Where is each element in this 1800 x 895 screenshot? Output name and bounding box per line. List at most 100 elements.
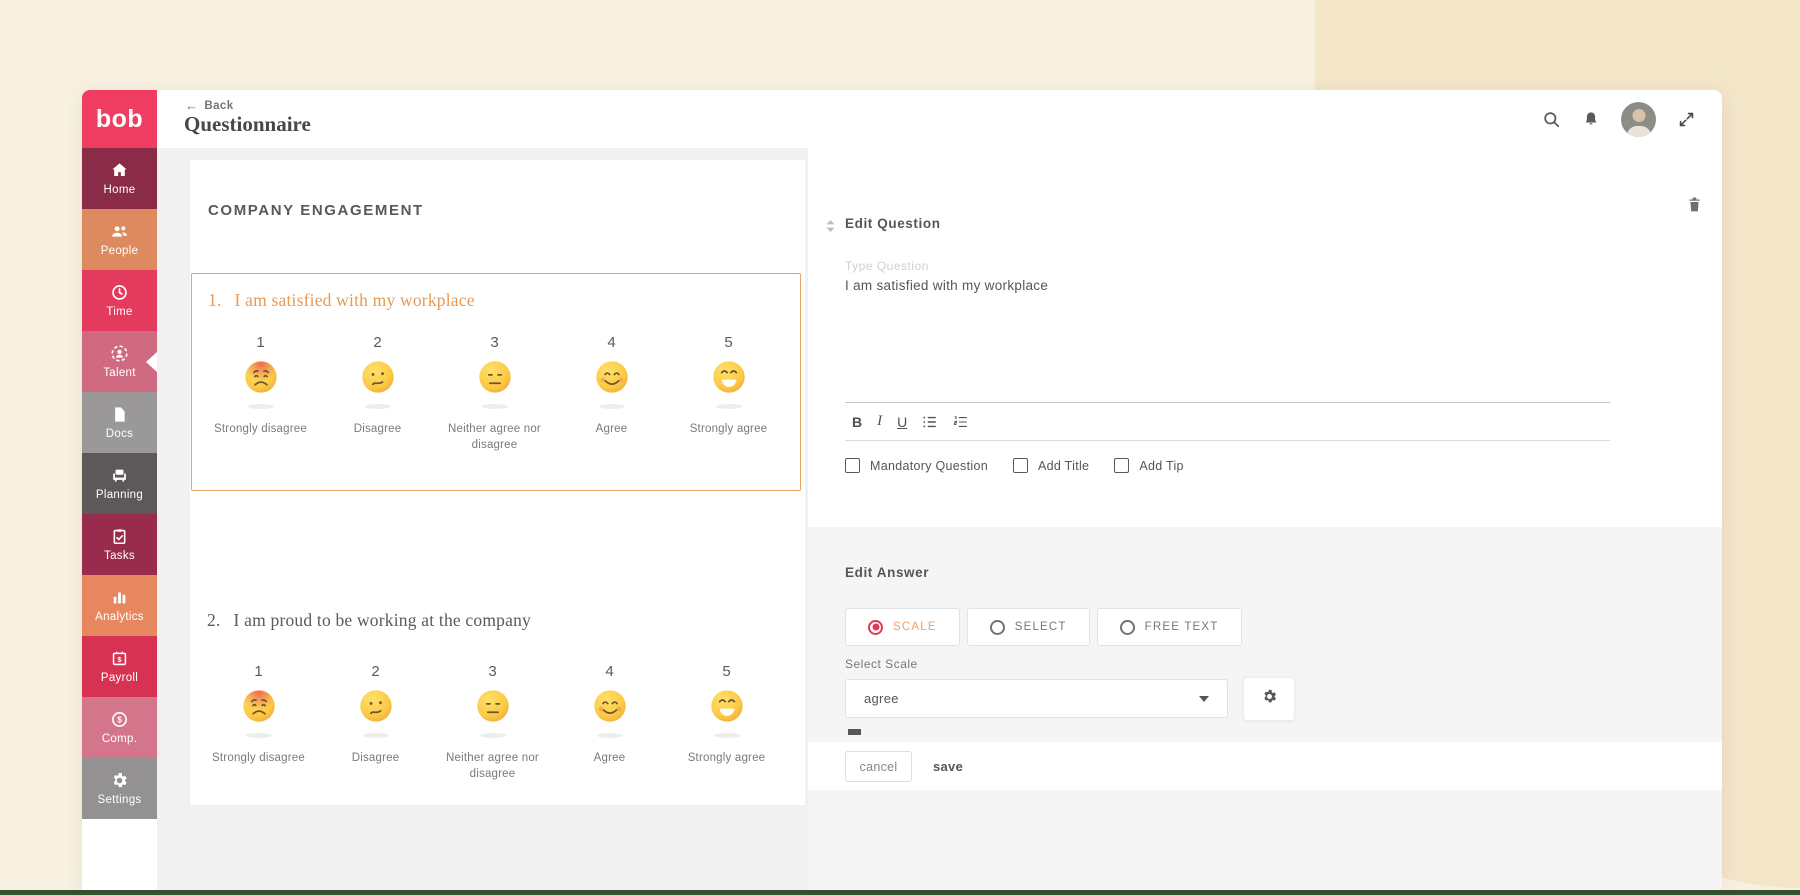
sidebar-item-home[interactable]: Home xyxy=(82,148,157,209)
scale-option-label: Agree xyxy=(596,422,628,438)
sidebar-item-talent[interactable]: Talent xyxy=(82,331,157,392)
scale-settings-button[interactable] xyxy=(1243,677,1295,721)
bell-icon[interactable] xyxy=(1582,110,1600,129)
sidebar-item-people[interactable]: People xyxy=(82,209,157,270)
question-1-number: 1. xyxy=(208,290,222,310)
checkbox-add-title[interactable]: Add Title xyxy=(1013,458,1089,473)
question-2-scale: 1Strongly disagree2Disagree3Neither agre… xyxy=(200,663,785,782)
ordered-list-button[interactable] xyxy=(953,414,969,430)
checkbox-icon xyxy=(1013,458,1028,473)
scale-option-2: 2 Disagree xyxy=(317,663,434,782)
answer-type-selector: SCALESELECTFREE TEXT xyxy=(845,608,1242,646)
save-button[interactable]: save xyxy=(933,751,963,782)
answer-type-free-text[interactable]: FREE TEXT xyxy=(1097,608,1242,646)
sidebar-item-time[interactable]: Time xyxy=(82,270,157,331)
avatar[interactable] xyxy=(1621,102,1656,137)
emoji-shadow xyxy=(246,733,272,738)
sidebar-item-analytics[interactable]: Analytics xyxy=(82,575,157,636)
unordered-list-button[interactable] xyxy=(922,414,938,430)
strongly-agree-emoji-icon xyxy=(708,687,746,725)
sidebar-item-label: Talent xyxy=(103,367,136,379)
emoji-shadow xyxy=(716,404,742,409)
trash-icon[interactable] xyxy=(1687,196,1702,218)
docs-icon xyxy=(110,405,129,424)
sidebar-item-payroll[interactable]: $Payroll xyxy=(82,636,157,697)
sidebar-item-planning[interactable]: Planning xyxy=(82,453,157,514)
scale-value: 5 xyxy=(724,334,732,351)
scale-option-4: 4 Agree xyxy=(553,334,670,453)
sidebar-item-label: Planning xyxy=(96,489,143,501)
scale-option-1: 1Strongly disagree xyxy=(202,334,319,453)
emoji-shadow xyxy=(599,404,625,409)
neutral-emoji-icon xyxy=(474,687,512,725)
search-icon[interactable] xyxy=(1542,110,1561,129)
neutral-emoji-icon xyxy=(476,358,514,396)
emoji-shadow xyxy=(597,733,623,738)
edit-panel: Edit Question Type Question I am satisfi… xyxy=(808,148,1722,890)
back-button[interactable]: ← Back xyxy=(185,99,234,112)
scale-value: 1 xyxy=(256,334,264,351)
questionnaire-preview-card: COMPANY ENGAGEMENT 1.I am satisfied with… xyxy=(190,160,805,805)
scale-value: 2 xyxy=(373,334,381,351)
selected-item-notch xyxy=(146,352,157,372)
question-2-title: 2.I am proud to be working at the compan… xyxy=(207,610,531,631)
emoji-shadow xyxy=(248,404,274,409)
sidebar-item-label: People xyxy=(101,245,139,257)
scale-value: 3 xyxy=(488,663,496,680)
scale-dropdown[interactable]: agree xyxy=(845,679,1228,718)
italic-button[interactable]: I xyxy=(877,414,882,429)
scale-option-label: Disagree xyxy=(352,751,400,767)
scale-option-5: 5Strongly agree xyxy=(670,334,787,453)
tasks-icon xyxy=(110,527,129,546)
page-title: Questionnaire xyxy=(184,112,311,137)
checkbox-icon xyxy=(1114,458,1129,473)
sidebar-item-comp[interactable]: $Comp. xyxy=(82,697,157,758)
select-scale-label: Select Scale xyxy=(845,657,918,671)
emoji-shadow xyxy=(365,404,391,409)
scale-option-label: Neither agree nor disagree xyxy=(445,422,545,453)
reorder-handle-icon[interactable] xyxy=(824,218,837,239)
bold-button[interactable]: B xyxy=(852,415,862,429)
expand-icon[interactable] xyxy=(1677,110,1696,129)
main-area: ← Back Questionnaire xyxy=(157,90,1722,890)
bob-logo[interactable]: bob xyxy=(82,90,157,148)
question-1-card[interactable]: 1.I am satisfied with my workplace 1Stro… xyxy=(191,273,801,491)
sidebar-item-label: Home xyxy=(104,184,136,196)
answer-type-scale[interactable]: SCALE xyxy=(845,608,960,646)
sidebar-item-docs[interactable]: Docs xyxy=(82,392,157,453)
scale-value: 4 xyxy=(607,334,615,351)
sidebar-item-settings[interactable]: Settings xyxy=(82,758,157,819)
question-field-label: Type Question xyxy=(845,259,1610,273)
underline-button[interactable]: U xyxy=(897,415,907,429)
planning-icon xyxy=(110,466,129,485)
question-text-editor[interactable]: Type Question I am satisfied with my wor… xyxy=(845,253,1610,403)
sidebar-item-label: Tasks xyxy=(104,550,135,562)
answer-type-select[interactable]: SELECT xyxy=(967,608,1090,646)
sidebar-item-label: Payroll xyxy=(101,672,138,684)
disagree-emoji-icon xyxy=(357,687,395,725)
disagree-emoji-icon xyxy=(359,358,397,396)
formatting-toolbar: BIU xyxy=(845,403,1610,441)
scale-option-label: Agree xyxy=(594,751,626,767)
sidebar-item-tasks[interactable]: Tasks xyxy=(82,514,157,575)
checkbox-mandatory-question[interactable]: Mandatory Question xyxy=(845,458,988,473)
sidebar-item-label: Docs xyxy=(106,428,133,440)
scale-option-label: Disagree xyxy=(354,422,402,438)
radio-icon xyxy=(868,620,883,635)
radio-icon xyxy=(990,620,1005,635)
sidebar-item-label: Comp. xyxy=(102,733,137,745)
scale-option-5: 5Strongly agree xyxy=(668,663,785,782)
checkbox-add-tip[interactable]: Add Tip xyxy=(1114,458,1184,473)
time-icon xyxy=(110,283,129,302)
settings-icon xyxy=(110,771,129,790)
scale-value: 2 xyxy=(371,663,379,680)
people-icon xyxy=(110,222,129,241)
bottom-edge-bar xyxy=(0,890,1800,895)
agree-emoji-icon xyxy=(591,687,629,725)
question-1-title: 1.I am satisfied with my workplace xyxy=(208,290,475,311)
cancel-button[interactable]: cancel xyxy=(845,751,912,782)
partially-visible-checkbox xyxy=(848,729,861,735)
back-label: Back xyxy=(204,100,233,112)
emoji-shadow xyxy=(363,733,389,738)
gear-icon xyxy=(1261,688,1278,710)
